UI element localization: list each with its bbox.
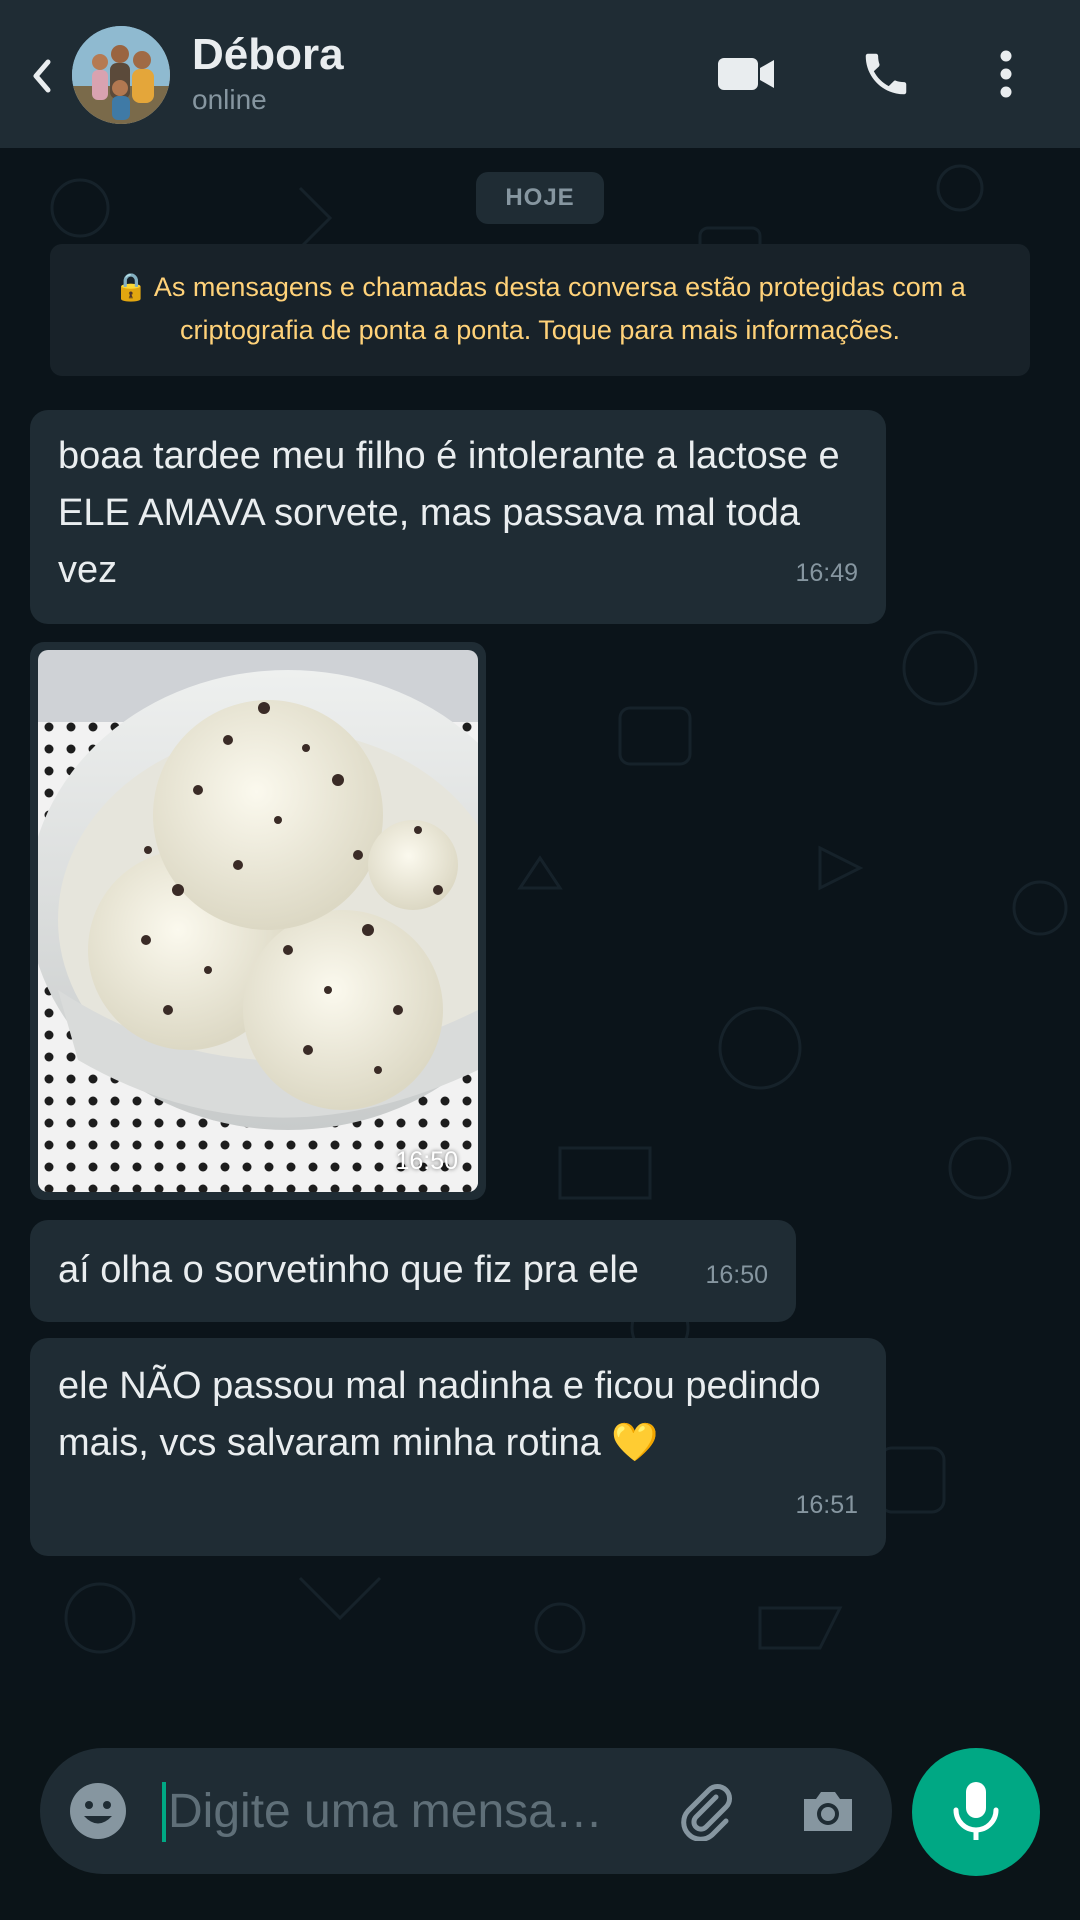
camera-icon	[804, 1792, 852, 1831]
video-call-button[interactable]	[716, 44, 776, 104]
video-call-icon	[718, 58, 774, 90]
image-message[interactable]: 16:50	[30, 642, 486, 1200]
message-time: 16:51	[795, 1491, 858, 1519]
message-composer	[40, 1748, 892, 1874]
emoji-icon	[70, 1783, 126, 1839]
voice-message-button[interactable]	[912, 1748, 1040, 1876]
message-bubble[interactable]: boaa tardee meu filho é intolerante a la…	[30, 410, 886, 624]
camera-button[interactable]	[798, 1781, 858, 1841]
message-text: ele NÃO passou mal nadinha e ficou pedin…	[58, 1365, 821, 1464]
message-list[interactable]: HOJE 🔒 As mensagens e chamadas desta con…	[0, 148, 1080, 1700]
message-bubble[interactable]: ele NÃO passou mal nadinha e ficou pedin…	[30, 1338, 886, 1556]
message-time: 16:50	[705, 1261, 768, 1289]
avatar-photo	[72, 26, 170, 124]
avatar[interactable]	[72, 26, 170, 124]
contact-status: online	[192, 84, 267, 115]
more-options-icon	[1000, 50, 1012, 98]
voice-call-button[interactable]	[856, 44, 916, 104]
attach-clip-icon	[681, 1784, 732, 1842]
back-arrow-icon	[33, 59, 51, 93]
message-time: 16:50	[395, 1147, 458, 1175]
message-input[interactable]	[168, 1774, 688, 1848]
attach-button[interactable]	[676, 1781, 736, 1842]
message-time: 16:49	[795, 559, 858, 587]
back-button[interactable]	[22, 46, 62, 106]
microphone-icon	[953, 1782, 999, 1840]
contact-name[interactable]: Débora	[192, 30, 344, 80]
composer-bar	[0, 1700, 1080, 1920]
message-text: boaa tardee meu filho é intolerante a la…	[58, 435, 840, 591]
more-options-button[interactable]	[976, 44, 1036, 104]
date-chip: HOJE	[476, 172, 604, 224]
emoji-button[interactable]	[68, 1781, 128, 1841]
phone-call-icon	[865, 53, 907, 95]
ice-cream-photo[interactable]: 16:50	[38, 650, 478, 1192]
message-text: aí olha o sorvetinho que fiz pra ele	[58, 1249, 639, 1291]
text-caret	[162, 1782, 166, 1842]
chat-screen: Débora online HOJE 🔒 As mensagens e cham…	[0, 0, 1080, 1920]
chat-header: Débora online	[0, 0, 1080, 148]
ice-cream-image	[38, 650, 478, 1192]
message-bubble[interactable]: aí olha o sorvetinho que fiz pra ele 16:…	[30, 1220, 796, 1322]
encryption-notice[interactable]: 🔒 As mensagens e chamadas desta conversa…	[50, 244, 1030, 376]
